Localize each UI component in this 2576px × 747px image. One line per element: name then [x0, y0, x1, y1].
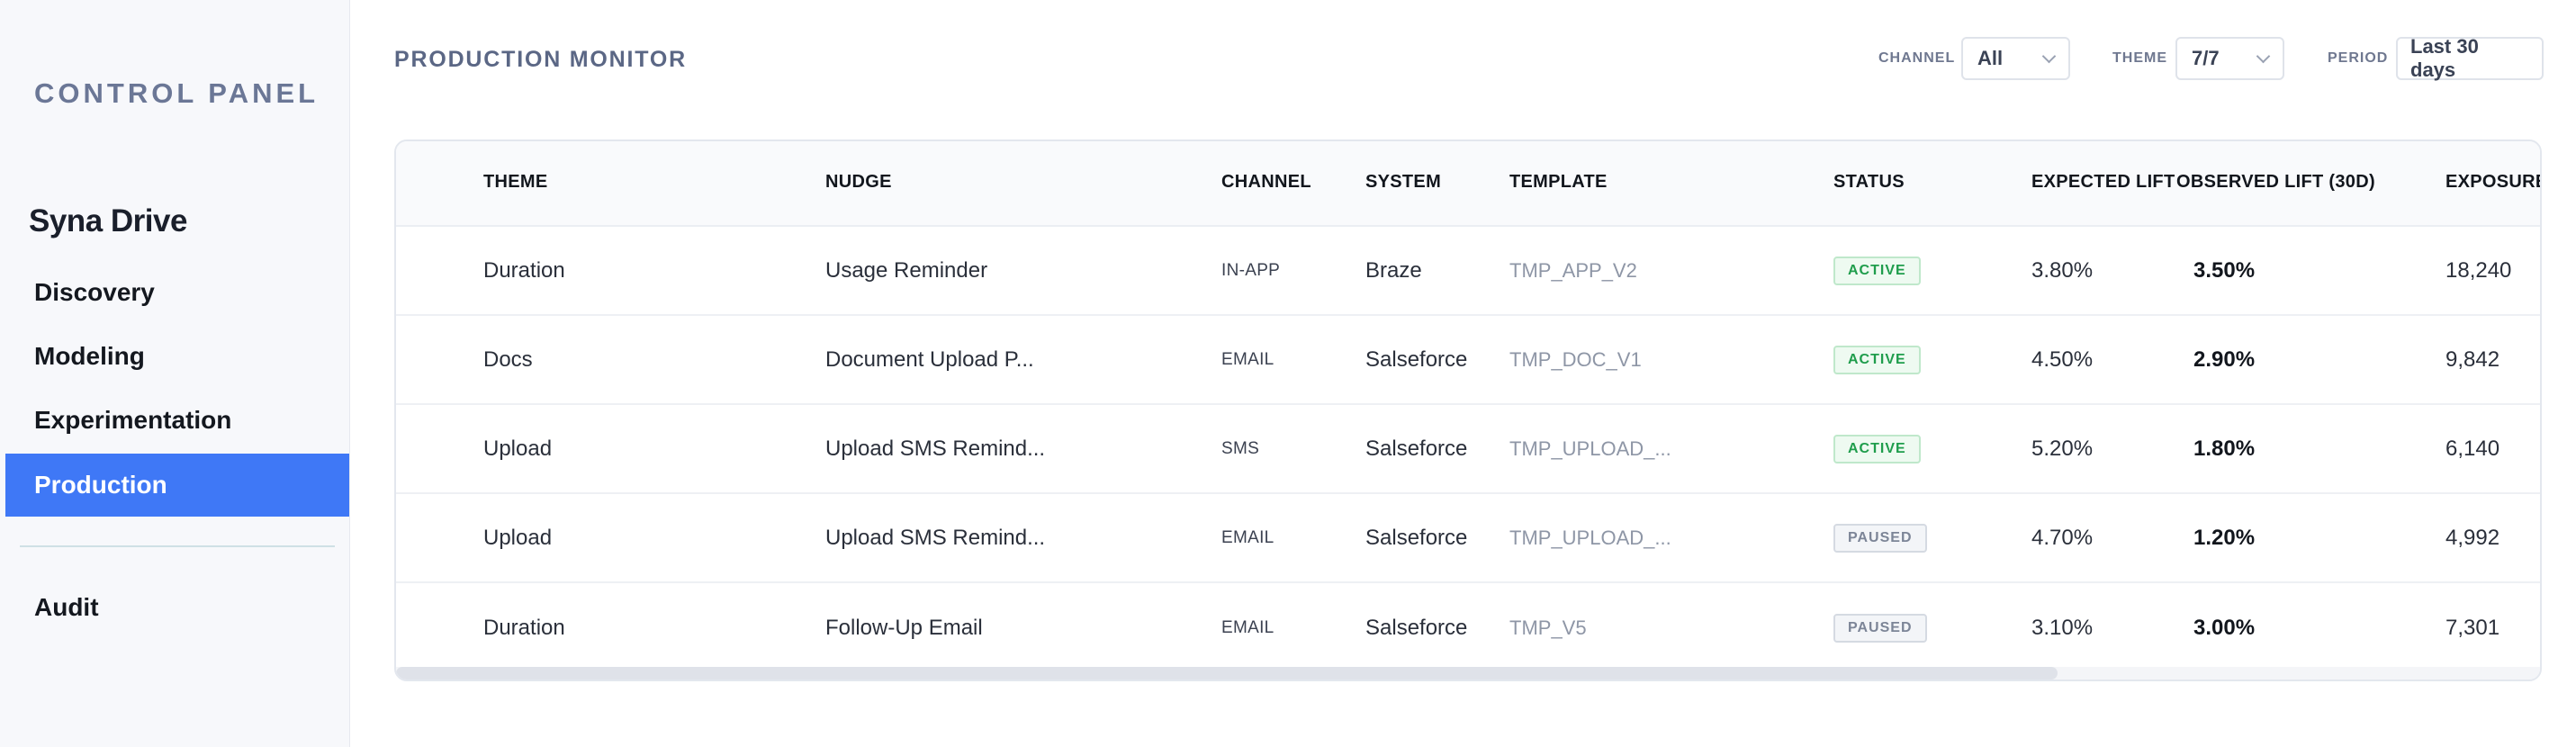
theme-filter-select[interactable]: 7/7 [2175, 37, 2284, 80]
cell-exposure: 18,240 [2445, 257, 2512, 283]
column-header-expected-lift: EXPECTED LIFT [2031, 172, 2175, 192]
sidebar-brand: CONTROL PANEL [34, 77, 320, 109]
scrollbar-thumb[interactable] [396, 667, 2058, 680]
sidebar-item-experimentation[interactable]: Experimentation [5, 389, 349, 452]
horizontal-scrollbar[interactable] [396, 667, 2540, 680]
table-row[interactable]: Duration Follow-Up Email EMAIL Salseforc… [396, 583, 2540, 672]
sidebar-item-label: Discovery [34, 278, 155, 306]
cell-nudge: Follow-Up Email [825, 615, 983, 640]
column-header-theme: THEME [483, 172, 548, 192]
cell-observed-lift: 3.00% [2193, 615, 2256, 640]
cell-observed-lift: 3.50% [2193, 257, 2256, 283]
cell-observed-lift: 1.20% [2193, 525, 2256, 550]
sidebar-item-production[interactable]: Production [5, 454, 349, 517]
table-row[interactable]: Upload Upload SMS Remind... EMAIL Salsef… [396, 494, 2540, 583]
cell-exposure: 7,301 [2445, 615, 2500, 640]
cell-theme: Upload [483, 525, 553, 550]
column-header-template: TEMPLATE [1509, 172, 1608, 192]
sidebar-item-modeling[interactable]: Modeling [5, 325, 349, 388]
theme-filter-label: THEME [2112, 50, 2167, 66]
cell-expected-lift: 3.10% [2031, 615, 2094, 640]
cell-expected-lift: 4.70% [2031, 525, 2094, 550]
cell-nudge: Upload SMS Remind... [825, 525, 1046, 550]
chevron-down-icon [2256, 49, 2271, 63]
status-badge: PAUSED [1833, 613, 1927, 643]
cell-theme: Duration [483, 615, 565, 640]
project-name: Syna Drive [29, 203, 187, 238]
sidebar-item-label: Audit [34, 593, 99, 621]
status-badge: ACTIVE [1833, 256, 1921, 285]
cell-expected-lift: 3.80% [2031, 257, 2094, 283]
sidebar-item-label: Production [34, 471, 167, 499]
status-badge: ACTIVE [1833, 345, 1921, 374]
cell-system: Salseforce [1365, 525, 1468, 550]
cell-system: Salseforce [1365, 615, 1468, 640]
cell-exposure: 9,842 [2445, 346, 2500, 372]
column-header-system: SYSTEM [1365, 172, 1442, 192]
table-row[interactable]: Upload Upload SMS Remind... SMS Salsefor… [396, 405, 2540, 494]
cell-template: TMP_UPLOAD_... [1509, 526, 1671, 549]
sidebar-divider [20, 545, 335, 547]
period-filter-label: PERIOD [2328, 50, 2389, 66]
cell-observed-lift: 2.90% [2193, 346, 2256, 372]
channel-filter-value: All [1977, 47, 2004, 69]
cell-expected-lift: 4.50% [2031, 346, 2094, 372]
table-row[interactable]: Docs Document Upload P... EMAIL Salsefor… [396, 316, 2540, 405]
sidebar-item-label: Modeling [34, 342, 145, 370]
cell-template: TMP_DOC_V1 [1509, 347, 1642, 371]
column-header-channel: CHANNEL [1221, 172, 1311, 192]
cell-template: TMP_APP_V2 [1509, 258, 1637, 282]
cell-channel: EMAIL [1221, 527, 1274, 547]
cell-channel: EMAIL [1221, 617, 1274, 637]
sidebar-item-discovery[interactable]: Discovery [5, 261, 349, 324]
channel-filter-label: CHANNEL [1878, 50, 1956, 66]
sidebar-item-audit[interactable]: Audit [5, 576, 349, 639]
sidebar-item-label: Experimentation [34, 406, 232, 434]
channel-filter-select[interactable]: All [1961, 37, 2070, 80]
cell-system: Braze [1365, 257, 1422, 283]
cell-theme: Upload [483, 436, 553, 461]
table-header: THEME NUDGE CHANNEL SYSTEM TEMPLATE STAT… [396, 141, 2540, 227]
column-header-exposure: EXPOSURE [2445, 172, 2542, 192]
chevron-down-icon [2041, 49, 2057, 63]
cell-exposure: 4,992 [2445, 525, 2500, 550]
sidebar: CONTROL PANEL Syna Drive Discovery Model… [0, 0, 350, 747]
column-header-observed-lift: OBSERVED LIFT (30D) [2176, 172, 2375, 192]
app-root: CONTROL PANEL Syna Drive Discovery Model… [0, 0, 2576, 747]
theme-filter-value: 7/7 [2192, 47, 2220, 69]
table-row[interactable]: Duration Usage Reminder IN-APP Braze TMP… [396, 227, 2540, 316]
column-header-nudge: NUDGE [825, 172, 892, 192]
cell-template: TMP_V5 [1509, 616, 1587, 639]
cell-channel: SMS [1221, 438, 1260, 458]
cell-theme: Docs [483, 346, 533, 372]
cell-nudge: Usage Reminder [825, 257, 988, 283]
status-badge: PAUSED [1833, 523, 1927, 553]
cell-observed-lift: 1.80% [2193, 436, 2256, 461]
status-badge: ACTIVE [1833, 434, 1921, 464]
period-filter-select[interactable]: Last 30 days [2396, 35, 2544, 81]
cell-template: TMP_UPLOAD_... [1509, 436, 1671, 460]
cell-exposure: 6,140 [2445, 436, 2500, 461]
cell-expected-lift: 5.20% [2031, 436, 2094, 461]
cell-channel: IN-APP [1221, 260, 1281, 280]
cell-system: Salseforce [1365, 346, 1468, 372]
cell-system: Salseforce [1365, 436, 1468, 461]
cell-theme: Duration [483, 257, 565, 283]
cell-channel: EMAIL [1221, 349, 1274, 369]
page-title: PRODUCTION MONITOR [394, 47, 687, 72]
cell-nudge: Document Upload P... [825, 346, 1034, 372]
production-table: THEME NUDGE CHANNEL SYSTEM TEMPLATE STAT… [394, 140, 2542, 681]
cell-nudge: Upload SMS Remind... [825, 436, 1046, 461]
period-filter-value: Last 30 days [2410, 35, 2479, 81]
column-header-status: STATUS [1833, 172, 1905, 192]
